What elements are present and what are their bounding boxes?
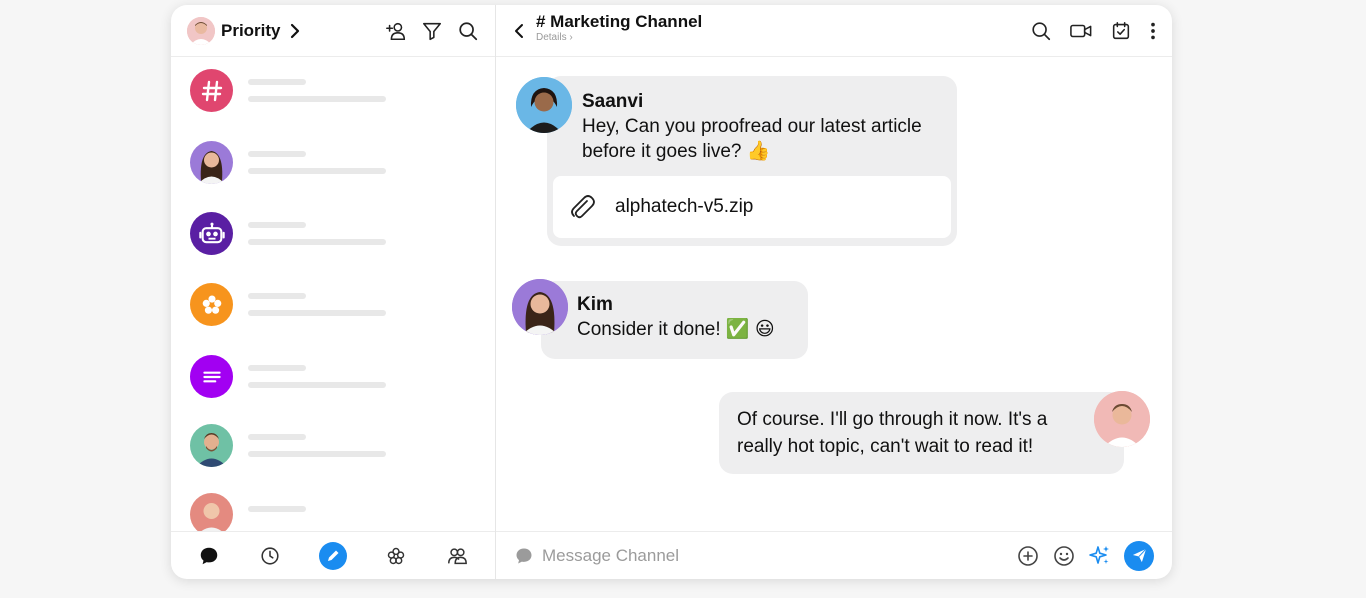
message-text-line: really hot topic, can't wait to read it! bbox=[737, 436, 1034, 457]
clock-icon[interactable] bbox=[259, 545, 281, 567]
list-item[interactable] bbox=[190, 355, 386, 398]
add-contact-icon[interactable] bbox=[385, 20, 407, 42]
robot-icon bbox=[190, 212, 233, 255]
message-text-line: before it goes live? 👍 bbox=[582, 141, 771, 162]
flower-icon bbox=[190, 283, 233, 326]
message-bubble-own: Of course. I'll go through it now. It's … bbox=[719, 392, 1124, 474]
list-item[interactable] bbox=[190, 283, 386, 326]
hashtag-channel-icon bbox=[190, 69, 233, 112]
back-arrow-icon[interactable] bbox=[510, 22, 528, 40]
man-avatar bbox=[190, 424, 233, 467]
list-item[interactable] bbox=[190, 424, 386, 467]
conversation-list bbox=[171, 57, 495, 531]
avatar[interactable] bbox=[512, 279, 568, 335]
sidebar-title[interactable]: Priority bbox=[221, 21, 281, 41]
more-icon[interactable] bbox=[1148, 20, 1158, 42]
chat-panel: # Marketing Channel Details › Saanvi Hey… bbox=[496, 5, 1172, 579]
app-window: Priority # Marketing Channel Details › S… bbox=[171, 5, 1172, 579]
list-item[interactable] bbox=[190, 141, 386, 184]
message-bubble: Kim Consider it done! ✅ 😃 bbox=[541, 281, 808, 359]
chevron-right-icon[interactable] bbox=[287, 23, 303, 39]
chat-header: # Marketing Channel Details › bbox=[496, 5, 1172, 57]
message-composer bbox=[496, 531, 1172, 579]
contacts-icon[interactable] bbox=[446, 545, 468, 567]
add-icon[interactable] bbox=[1016, 544, 1040, 568]
search-icon[interactable] bbox=[1030, 20, 1052, 42]
sidebar-header: Priority bbox=[171, 5, 495, 57]
paperclip-icon bbox=[571, 195, 595, 219]
attachment-filename: alphatech-v5.zip bbox=[615, 196, 754, 217]
list-item[interactable] bbox=[190, 69, 386, 112]
compose-icon bbox=[327, 550, 339, 561]
message-input[interactable] bbox=[542, 545, 962, 566]
avatar[interactable] bbox=[1094, 391, 1150, 447]
chat-bubble-icon bbox=[516, 548, 532, 563]
message-text-line: Hey, Can you proofread our latest articl… bbox=[582, 116, 922, 137]
woman-avatar bbox=[190, 141, 233, 184]
ai-sparkle-icon[interactable] bbox=[1088, 544, 1112, 568]
video-icon[interactable] bbox=[1068, 20, 1094, 42]
send-icon bbox=[1132, 548, 1146, 563]
my-avatar[interactable] bbox=[187, 16, 215, 45]
tasks-icon[interactable] bbox=[1110, 20, 1132, 42]
sidebar-bottom-nav bbox=[171, 531, 495, 579]
details-link[interactable]: Details › bbox=[536, 32, 702, 44]
message-bubble: Saanvi Hey, Can you proofread our latest… bbox=[547, 76, 957, 246]
emoji-icon[interactable] bbox=[1052, 544, 1076, 568]
sender-name: Saanvi bbox=[582, 91, 644, 112]
channel-title: # Marketing Channel bbox=[536, 11, 703, 31]
apps-icon[interactable] bbox=[385, 545, 407, 567]
compose-button[interactable] bbox=[318, 541, 347, 570]
man-bald-avatar bbox=[190, 493, 233, 531]
filter-icon[interactable] bbox=[421, 20, 443, 42]
message-text: Consider it done! ✅ 😃 bbox=[577, 319, 775, 340]
list-item[interactable] bbox=[190, 493, 306, 531]
sender-name: Kim bbox=[577, 294, 613, 315]
sidebar: Priority bbox=[171, 5, 496, 579]
send-button[interactable] bbox=[1124, 540, 1154, 571]
message-text-line: Of course. I'll go through it now. It's … bbox=[737, 409, 1048, 430]
list-item[interactable] bbox=[190, 212, 386, 255]
search-icon[interactable] bbox=[457, 20, 479, 42]
avatar[interactable] bbox=[516, 77, 572, 133]
chat-icon[interactable] bbox=[198, 545, 220, 567]
attachment-card[interactable]: alphatech-v5.zip bbox=[553, 176, 951, 238]
lines-icon bbox=[190, 355, 233, 398]
